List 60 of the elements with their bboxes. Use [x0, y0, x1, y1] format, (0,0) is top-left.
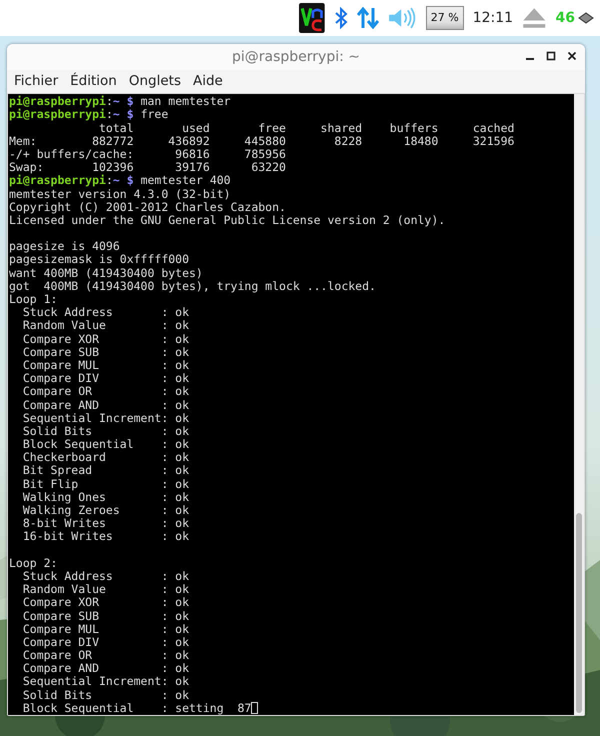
terminal-line: Bit Flip : ok	[22, 478, 190, 491]
bluetooth-icon[interactable]	[334, 7, 348, 29]
maximize-icon[interactable]	[546, 51, 556, 61]
menu-item[interactable]: Fichier	[14, 73, 58, 90]
terminal-line: Licensed under the GNU General Public License version 2 (only).	[9, 214, 446, 228]
terminal-line: Block Sequential : ok	[22, 438, 190, 452]
clock[interactable]: 12:11	[472, 10, 514, 26]
terminal-line: Sequential Increment: ok	[22, 675, 190, 689]
terminal-line: Mem: 882772 436892 445880 8228 18480 321596	[9, 134, 516, 148]
close-icon[interactable]	[567, 51, 577, 61]
menu-item[interactable]: Onglets	[128, 73, 181, 90]
terminal-line: Random Value : ok	[22, 319, 190, 333]
terminal-line: Stuck Address : ok	[22, 306, 190, 320]
terminal-line: pagesize is 4096	[9, 240, 121, 254]
cpu-monitor[interactable]: 27 %	[426, 6, 464, 30]
terminal-line: Compare OR : ok	[22, 649, 190, 662]
terminal-line: Compare OR : ok	[22, 385, 190, 398]
indicator-number: 46	[556, 10, 575, 26]
terminal-line: 16-bit Writes : ok	[22, 530, 190, 544]
terminal-line: total used free shared buffers cached	[98, 122, 516, 135]
terminal-line: want 400MB (419430400 bytes)	[9, 266, 204, 280]
terminal-line: Compare MUL : ok	[22, 358, 190, 372]
terminal-line: got 400MB (419430400 bytes), trying mlock ...locked.	[9, 280, 377, 293]
prompt-line: pi@raspberrypi:~ $ free	[9, 108, 170, 122]
terminal-line: Stuck Address : ok	[22, 570, 190, 584]
terminal-line: memtester version 4.3.0 (32-bit)	[9, 188, 232, 201]
prompt-line: pi@raspberrypi:~ $ man memtester	[9, 95, 232, 108]
terminal-line: Compare XOR : ok	[22, 596, 190, 610]
network-arrows-icon[interactable]	[357, 7, 380, 29]
terminal-line: Loop 1:	[9, 293, 58, 306]
terminal-line: Solid Bits : ok	[22, 424, 190, 438]
terminal-line: Compare SUB : ok	[22, 346, 190, 359]
menu-item[interactable]: Aide	[192, 73, 223, 90]
terminal-line: Copyright (C) 2001-2012 Charles Cazabon.	[9, 200, 287, 214]
terminal-line: Compare XOR : ok	[22, 332, 190, 346]
window-title: pi@raspberrypi: ~	[232, 48, 360, 65]
prompt-line: pi@raspberrypi:~ $ memtester 400	[9, 174, 232, 188]
terminal-line: Loop 2:	[9, 556, 58, 570]
terminal-line: Compare AND : ok	[22, 662, 190, 676]
terminal-line: 8-bit Writes : ok	[22, 517, 190, 530]
terminal-line: Bit Spread : ok	[22, 464, 190, 478]
scrollbar[interactable]	[574, 94, 584, 715]
terminal-line: Walking Zeroes : ok	[22, 504, 190, 518]
terminal-line: Checkerboard : ok	[22, 451, 190, 464]
terminal-line: Compare DIV : ok	[22, 372, 190, 386]
terminal-line: -/+ buffers/cache: 96816 785956	[9, 148, 287, 162]
vnc-icon[interactable]	[299, 3, 326, 33]
menu-item[interactable]: Édition	[70, 73, 117, 90]
terminal-line: pagesizemask is 0xfffff000	[9, 253, 190, 267]
terminal-line: Compare MUL : ok	[22, 622, 190, 636]
terminal-line: Sequential Increment: ok	[22, 412, 190, 425]
diamond-icon[interactable]	[578, 12, 594, 24]
terminal-line: Block Sequential : setting 87	[22, 702, 252, 715]
terminal-line: Compare AND : ok	[22, 398, 190, 412]
terminal-line: Compare SUB : ok	[22, 610, 190, 623]
terminal-line: Walking Ones : ok	[22, 490, 190, 504]
terminal-line: Swap: 102396 39176 63220	[9, 161, 287, 174]
terminal-line: Compare DIV : ok	[22, 636, 190, 650]
terminal-line: Random Value : ok	[22, 583, 190, 596]
terminal-line: Solid Bits : ok	[22, 688, 190, 702]
